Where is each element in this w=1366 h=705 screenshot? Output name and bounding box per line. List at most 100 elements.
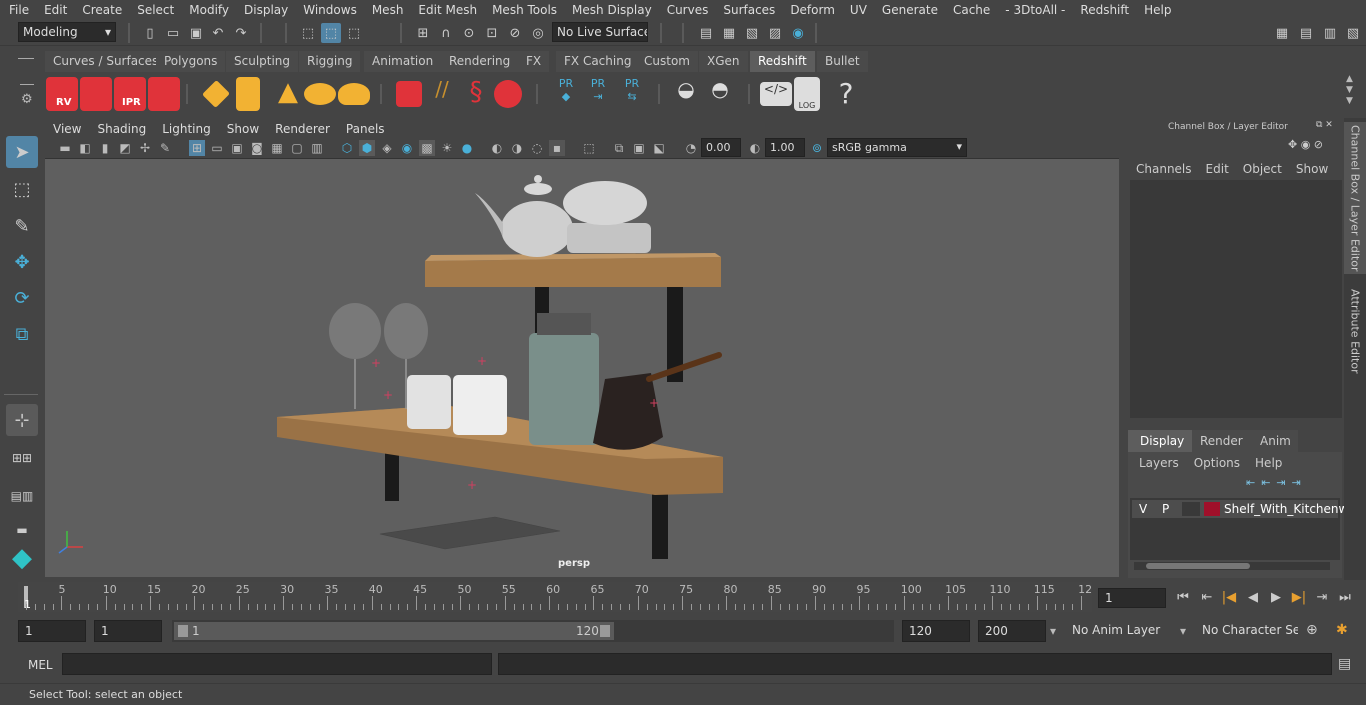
timeline-track[interactable]: 1 5 10 15 20 25 30 35 40 45 50 55 60 65 70 75 80 85 90 95 1… bbox=[18, 582, 1092, 612]
tab-xgen[interactable]: XGen bbox=[699, 51, 748, 72]
select-hierarchy-icon[interactable]: ⬚ bbox=[298, 23, 318, 43]
outliner-icon[interactable]: ▧ bbox=[1343, 23, 1363, 43]
render-options-icon[interactable] bbox=[148, 77, 180, 111]
vp-menu-panels[interactable]: Panels bbox=[338, 122, 393, 136]
menu-redshift[interactable]: Redshift bbox=[1071, 3, 1135, 17]
rs-shader-cube-icon[interactable] bbox=[396, 81, 422, 107]
scale-tool-icon[interactable]: ⧉ bbox=[6, 318, 38, 350]
channel-box-icons[interactable]: ✥ ◉ ⊘ bbox=[1288, 138, 1323, 151]
play-backward-icon[interactable]: ◀ bbox=[1244, 588, 1262, 606]
tab-redshift[interactable]: Redshift bbox=[750, 51, 815, 72]
lasso-tool-icon[interactable]: ⬚ bbox=[6, 173, 38, 205]
menu-mesh[interactable]: Mesh bbox=[363, 3, 410, 17]
layer-action-icons[interactable]: ⇤⇤⇥⇥ bbox=[1246, 476, 1307, 489]
vp-menu-renderer[interactable]: Renderer bbox=[267, 122, 338, 136]
shelf-collapse-icon[interactable] bbox=[20, 84, 34, 85]
gamma-field[interactable]: 1.00 bbox=[765, 138, 805, 157]
side-tab-channel-box[interactable]: Channel Box / Layer Editor bbox=[1344, 122, 1366, 274]
side-tab-attribute-editor[interactable]: Attribute Editor bbox=[1344, 286, 1366, 376]
menu-select[interactable]: Select bbox=[128, 3, 180, 17]
rs-mesh-icon[interactable] bbox=[236, 77, 260, 111]
xray-joints-icon[interactable]: ⧉ bbox=[611, 140, 627, 156]
rs-bake-icon[interactable]: ◒ bbox=[670, 77, 702, 111]
layer-visibility-toggle[interactable]: V bbox=[1139, 502, 1147, 516]
command-input[interactable] bbox=[62, 653, 492, 675]
tab-anim[interactable]: Anim bbox=[1248, 430, 1298, 452]
playback-start-field[interactable]: 1 bbox=[94, 620, 162, 642]
go-to-end-icon[interactable]: ⏭ bbox=[1336, 588, 1354, 606]
rs-sphere-icon[interactable] bbox=[494, 80, 522, 108]
tab-sculpting[interactable]: Sculpting bbox=[226, 51, 299, 72]
rs-help-icon[interactable]: ? bbox=[830, 77, 862, 111]
make-live-icon[interactable]: ◎ bbox=[528, 23, 548, 43]
anti-aliasing-icon[interactable]: ◑ bbox=[509, 140, 525, 156]
grid-toggle-icon[interactable]: ⊞ bbox=[189, 140, 205, 156]
auto-key-icon[interactable]: ⊕ bbox=[1306, 622, 1318, 638]
panel-layout-icon[interactable]: ▤ bbox=[1296, 23, 1316, 43]
tab-animation[interactable]: Animation bbox=[364, 51, 442, 72]
resolution-gate-icon[interactable]: ▣ bbox=[229, 140, 245, 156]
menu-edit[interactable]: Edit bbox=[35, 3, 73, 17]
pr-export-icon[interactable]: PR ⇥ bbox=[582, 77, 614, 111]
tab-fx-caching[interactable]: FX Caching bbox=[556, 51, 640, 72]
script-editor-icon[interactable]: ▤ bbox=[1338, 656, 1351, 672]
menu-surfaces[interactable]: Surfaces bbox=[714, 3, 781, 17]
xray-icon[interactable]: ⬚ bbox=[581, 140, 597, 156]
tab-rigging[interactable]: Rigging bbox=[299, 51, 361, 72]
shelf-menu-icon[interactable] bbox=[18, 58, 34, 59]
motion-blur-icon[interactable]: ◐ bbox=[489, 140, 505, 156]
snap-point-icon[interactable]: ⊙ bbox=[459, 23, 479, 43]
exposure-field[interactable]: 0.00 bbox=[701, 138, 741, 157]
step-back-key-icon[interactable]: ⇤ bbox=[1198, 588, 1216, 606]
layer-scrollbar[interactable] bbox=[1134, 562, 1330, 570]
rs-hair-icon[interactable]: // bbox=[426, 77, 458, 111]
character-set-select[interactable]: No Character Set bbox=[1196, 620, 1298, 642]
layer-color-swatch[interactable] bbox=[1204, 502, 1220, 516]
animation-preferences-icon[interactable]: ✱ bbox=[1336, 622, 1348, 638]
snap-surface-icon[interactable]: ⊘ bbox=[505, 23, 525, 43]
vp-menu-view[interactable]: View bbox=[45, 122, 89, 136]
save-scene-icon[interactable]: ▣ bbox=[186, 23, 206, 43]
command-language-toggle[interactable]: MEL bbox=[28, 658, 53, 672]
safe-action-icon[interactable]: ▢ bbox=[289, 140, 305, 156]
menu-display[interactable]: Display bbox=[235, 3, 294, 17]
tab-display[interactable]: Display bbox=[1128, 430, 1192, 452]
rotate-tool-icon[interactable]: ⟳ bbox=[6, 282, 38, 314]
select-object-icon[interactable]: ⬚ bbox=[321, 23, 341, 43]
backface-culling-icon[interactable]: ⬕ bbox=[651, 140, 667, 156]
layer-reference-toggle[interactable] bbox=[1182, 502, 1200, 516]
toggle-panel-icon[interactable]: ▥ bbox=[1320, 23, 1340, 43]
menu-edit-mesh[interactable]: Edit Mesh bbox=[409, 3, 483, 17]
current-frame-field[interactable]: 1 bbox=[1098, 588, 1166, 608]
camera-select-icon[interactable]: ▬ bbox=[57, 140, 73, 156]
step-forward-key-icon[interactable]: ⇥ bbox=[1313, 588, 1331, 606]
xray-active-icon[interactable]: ▣ bbox=[631, 140, 647, 156]
time-slider[interactable]: 1 5 10 15 20 25 30 35 40 45 50 55 60 65 70 75 80 85 90 95 1… bbox=[0, 580, 1366, 614]
vp-menu-shading[interactable]: Shading bbox=[89, 122, 154, 136]
menu-cache[interactable]: Cache bbox=[944, 3, 996, 17]
new-scene-icon[interactable]: ▯ bbox=[140, 23, 160, 43]
rs-code-icon[interactable]: </> bbox=[760, 82, 792, 106]
depth-of-field-icon[interactable]: ◌ bbox=[529, 140, 545, 156]
open-scene-icon[interactable]: ▭ bbox=[163, 23, 183, 43]
redo-icon[interactable]: ↷ bbox=[231, 23, 251, 43]
layer-menu-options[interactable]: Options bbox=[1194, 456, 1240, 470]
exposure-icon[interactable]: ◔ bbox=[683, 140, 699, 156]
menu-deform[interactable]: Deform bbox=[781, 3, 841, 17]
rs-curve-icon[interactable]: § bbox=[460, 77, 492, 111]
menu-generate[interactable]: Generate bbox=[873, 3, 944, 17]
textured-icon[interactable]: ◉ bbox=[399, 140, 415, 156]
layer-menu-layers[interactable]: Layers bbox=[1139, 456, 1179, 470]
tab-rendering[interactable]: Rendering bbox=[441, 51, 519, 72]
color-space-select[interactable]: sRGB gamma ▾ bbox=[827, 138, 967, 157]
wireframe-on-shaded-icon[interactable]: ◈ bbox=[379, 140, 395, 156]
layer-menu-help[interactable]: Help bbox=[1255, 456, 1282, 470]
undo-icon[interactable]: ↶ bbox=[208, 23, 228, 43]
pr-swap-icon[interactable]: PR ⇆ bbox=[616, 77, 648, 111]
step-back-frame-icon[interactable]: |◀ bbox=[1220, 588, 1238, 606]
use-all-lights-icon[interactable]: ▩ bbox=[419, 140, 435, 156]
chevron-down-icon[interactable]: ▾ bbox=[1050, 624, 1056, 638]
vp-menu-show[interactable]: Show bbox=[219, 122, 267, 136]
snap-curve-icon[interactable]: ∩ bbox=[436, 23, 456, 43]
step-forward-frame-icon[interactable]: ▶| bbox=[1290, 588, 1308, 606]
